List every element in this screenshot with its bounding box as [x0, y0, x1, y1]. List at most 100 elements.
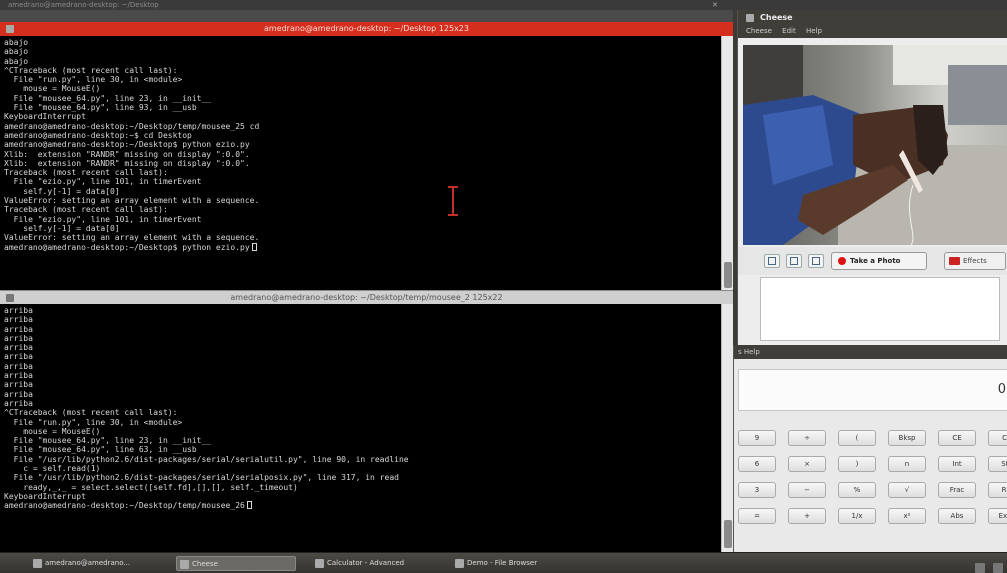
terminal-line: self.y[-1] = data[0] — [4, 223, 120, 233]
terminal-line: KeyboardInterrupt — [4, 491, 86, 501]
effects-label: Effects — [963, 257, 987, 265]
taskbar-item-label: Cheese — [192, 560, 218, 568]
trash-icon[interactable] — [993, 563, 1003, 573]
photo-mode-button[interactable] — [764, 254, 780, 268]
calc-key[interactable]: Abs — [938, 508, 976, 524]
cheese-titlebar[interactable]: Cheese — [738, 10, 1007, 25]
taskbar-item-label: amedrano@amedrano... — [45, 559, 131, 567]
calc-key[interactable]: Bksp — [888, 430, 926, 446]
calc-key[interactable]: 6 — [738, 456, 776, 472]
calc-key[interactable]: ( — [838, 430, 876, 446]
calc-key[interactable]: x² — [888, 508, 926, 524]
system-tray — [972, 558, 1003, 573]
terminal-line: ^CTraceback (most recent call last): — [4, 65, 178, 75]
photo-mode-icon — [768, 257, 776, 265]
terminal-scrollbar[interactable] — [721, 304, 733, 552]
terminal-line: arriba — [4, 306, 33, 315]
calc-key[interactable]: 9 — [738, 430, 776, 446]
terminal-line: c = self.read(1) — [4, 464, 101, 474]
window-icon — [455, 559, 464, 568]
terminal-line: ValueError: setting an array element wit… — [4, 196, 260, 206]
calc-key[interactable]: Rcl — [988, 482, 1007, 498]
photo-thumbnail-strip[interactable] — [760, 277, 1000, 341]
menu-help[interactable]: Help — [806, 27, 822, 35]
terminal-output[interactable]: arriba arriba arriba arriba arriba arriba arri… — [0, 304, 721, 552]
calculator-window[interactable]: s Help 0 9 ÷ ( Bksp CE Clr 6 ×) n Int Sto 3−% √ Frac R… — [733, 345, 1007, 552]
taskbar-item[interactable]: Demo - File Browser — [452, 556, 584, 571]
close-icon[interactable]: ✕ — [712, 0, 718, 10]
calc-key[interactable]: ÷ — [788, 430, 826, 446]
terminal-line: amedrano@amedrano-desktop:~/Desktop/temp… — [4, 121, 260, 131]
terminal-line: File "/usr/lib/python2.6/dist-packages/s… — [4, 473, 399, 483]
cheese-menubar: Cheese Edit Help — [738, 25, 1007, 38]
calc-key[interactable]: Sto — [988, 456, 1007, 472]
workspace-switcher-icon[interactable] — [974, 563, 985, 573]
terminal-line: Xlib: extension "RANDR" missing on displ… — [4, 158, 250, 168]
video-mode-icon — [790, 257, 798, 265]
burst-mode-icon — [812, 257, 820, 265]
calc-key[interactable]: + — [788, 508, 826, 524]
terminal-line: File "mousee_64.py", line 63, in __usb — [4, 445, 197, 455]
calc-key[interactable]: ) — [838, 456, 876, 472]
taskbar-item[interactable]: amedrano@amedrano... — [30, 556, 162, 571]
terminal-line: arriba — [4, 398, 33, 408]
terminal-line: amedrano@amedrano-desktop:~/Desktop$ pyt… — [4, 140, 250, 150]
calc-key[interactable]: CE — [938, 430, 976, 446]
effects-button[interactable]: Effects — [944, 252, 1006, 270]
calc-key[interactable]: Frac — [938, 482, 976, 498]
taskbar-item-label: Calculator - Advanced — [327, 559, 405, 567]
text-cursor-icon — [448, 186, 458, 216]
burst-mode-button[interactable] — [808, 254, 824, 268]
cheese-window[interactable]: Cheese Cheese Edit Help Take a Photo Eff… — [737, 10, 1007, 345]
terminal-line: abajo — [4, 56, 29, 66]
terminal-window-bottom[interactable]: amedrano@amedrano-desktop: ~/Desktop/tem… — [0, 290, 733, 552]
cheese-title: Cheese — [760, 13, 793, 22]
terminal-output[interactable]: abajo abajo abajo ^CTraceback (most recent … — [0, 36, 721, 290]
background-window-title: amedrano@amedrano-desktop: ~/Desktop — [8, 1, 159, 9]
calc-key[interactable]: Int — [938, 456, 976, 472]
calc-key[interactable]: × — [788, 456, 826, 472]
scrollbar-thumb[interactable] — [724, 262, 732, 288]
window-icon — [315, 559, 324, 568]
terminal-window-top[interactable]: amedrano@amedrano-desktop: ~/Desktop 125… — [0, 22, 733, 290]
terminal-line: amedrano@amedrano-desktop:~$ cd Desktop — [4, 130, 192, 140]
terminal-line: File "ezio.py", line 101, in timerEvent — [4, 177, 202, 187]
terminal-line: File "run.py", line 30, in <module> — [4, 417, 183, 427]
terminal-line: ValueError: setting an array element wit… — [4, 233, 260, 243]
terminal-line: self.y[-1] = data[0] — [4, 186, 120, 196]
terminal-icon — [6, 294, 14, 302]
calc-key[interactable]: √ — [888, 482, 926, 498]
calc-key[interactable]: n — [888, 456, 926, 472]
take-photo-button[interactable]: Take a Photo — [831, 252, 927, 270]
cheese-app-icon — [746, 14, 754, 22]
video-mode-button[interactable] — [786, 254, 802, 268]
calculator-menubar[interactable]: s Help — [734, 345, 1007, 359]
taskbar-item[interactable]: Calculator - Advanced — [312, 556, 440, 571]
menu-cheese[interactable]: Cheese — [746, 27, 772, 35]
calc-key[interactable]: 1/x — [838, 508, 876, 524]
display-value: 0 — [997, 382, 1006, 397]
calc-key[interactable]: − — [788, 482, 826, 498]
terminal-scrollbar[interactable] — [721, 36, 733, 290]
calc-key[interactable]: Exch — [988, 508, 1007, 524]
calc-key[interactable]: Clr — [988, 430, 1007, 446]
terminal-line: File "mousee_64.py", line 23, in __init_… — [4, 93, 212, 103]
taskbar-item[interactable]: Cheese — [176, 556, 296, 571]
terminal-line: arriba — [4, 315, 33, 325]
calc-key[interactable]: 3 — [738, 482, 776, 498]
taskbar-item-label: Demo - File Browser — [467, 559, 538, 567]
terminal-line: File "ezio.py", line 101, in timerEvent — [4, 214, 202, 224]
scrollbar-thumb[interactable] — [724, 520, 732, 548]
terminal-title: amedrano@amedrano-desktop: ~/Desktop/tem… — [230, 293, 503, 302]
terminal-line: amedrano@amedrano-desktop:~/Desktop/temp… — [4, 501, 717, 510]
terminal-titlebar[interactable]: amedrano@amedrano-desktop: ~/Desktop/tem… — [0, 290, 733, 304]
calc-key[interactable]: % — [838, 482, 876, 498]
terminal-titlebar[interactable]: amedrano@amedrano-desktop: ~/Desktop 125… — [0, 22, 733, 36]
menu-edit[interactable]: Edit — [782, 27, 796, 35]
terminal-line: arriba — [4, 371, 33, 381]
terminal-line: mouse = MouseE() — [4, 426, 101, 436]
terminal-line: arriba — [4, 324, 33, 334]
terminal-line: File "mousee_64.py", line 23, in __init_… — [4, 436, 212, 446]
terminal-line: arriba — [4, 343, 33, 353]
calc-key[interactable]: = — [738, 508, 776, 524]
